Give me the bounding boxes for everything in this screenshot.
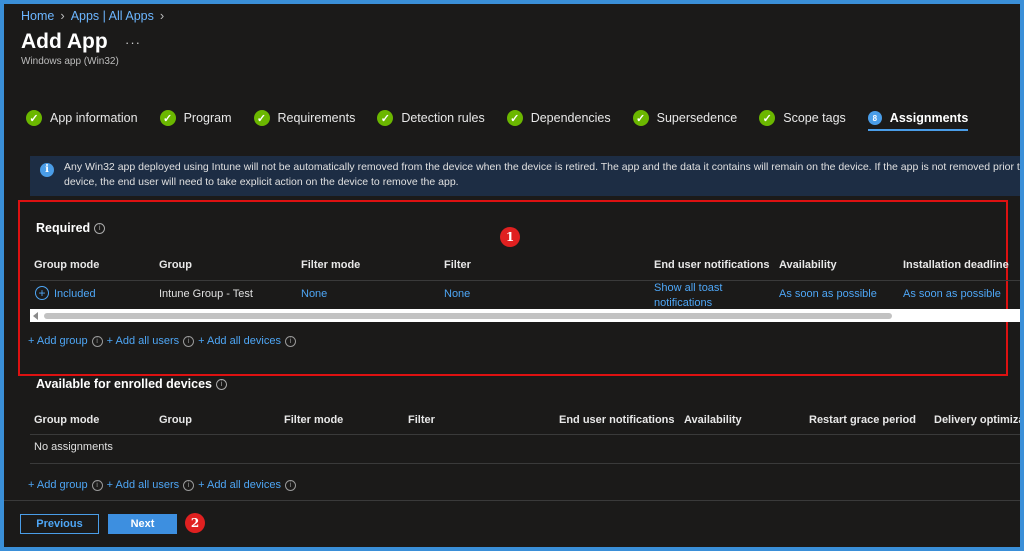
plus-circle-icon[interactable]: + [35,286,49,300]
tab-requirements[interactable]: ✓ Requirements [253,110,356,126]
add-all-devices-link[interactable]: + Add all devices [198,335,281,347]
column-header: Group [159,414,192,426]
breadcrumb-home[interactable]: Home [21,9,54,23]
step-number-icon: 8 [867,111,882,125]
available-title-text: Available for enrolled devices [36,377,212,391]
step-label: Detection rules [401,111,485,125]
add-group-link[interactable]: + Add group [28,335,88,347]
wizard-steps: ✓ App information ✓ Program ✓ Requirements … [26,110,990,131]
column-header: End user notifications [559,414,675,426]
tab-scope-tags[interactable]: ✓ Scope tags [759,110,846,126]
column-header: Installation deadline [903,259,1009,271]
info-icon[interactable]: i [216,378,227,390]
add-all-users-link[interactable]: + Add all users [107,479,179,491]
column-header: End user notifications [654,259,770,271]
group-name: Intune Group - Test [159,288,253,300]
step-label: App information [50,111,138,125]
info-text-line-1: Any Win32 app deployed using Intune will… [64,161,1020,173]
next-button[interactable]: Next [108,514,177,534]
tab-supersedence[interactable]: ✓ Supersedence [632,110,738,126]
info-icon[interactable]: i [94,222,106,234]
group-mode-included[interactable]: Included [54,288,96,300]
column-header: Group mode [34,414,100,426]
tab-app-information[interactable]: ✓ App information [26,110,138,126]
step-label: Supersedence [656,111,738,125]
page-title: Add App [21,30,108,53]
info-banner: i Any Win32 app deployed using Intune wi… [30,156,1020,196]
chevron-right-icon: › [159,8,165,23]
tab-dependencies[interactable]: ✓ Dependencies [506,110,611,126]
previous-button[interactable]: Previous [20,514,99,534]
step-badge-2: 2 [185,513,205,533]
info-text-line-2: device, the end user will need to take e… [64,176,459,188]
check-icon: ✓ [159,110,176,126]
filter-link[interactable]: None [444,288,470,300]
info-icon[interactable]: i [183,335,195,347]
column-header: Availability [684,414,742,426]
check-icon: ✓ [632,110,649,126]
column-header: Filter [408,414,435,426]
step-label: Scope tags [783,111,846,125]
check-icon: ✓ [759,110,776,126]
tab-assignments[interactable]: 8 Assignments [867,111,969,131]
divider [30,434,1020,435]
check-icon: ✓ [253,110,270,126]
check-icon: ✓ [506,110,523,126]
breadcrumb-apps[interactable]: Apps | All Apps [71,9,154,23]
step-badge-1: 1 [500,227,520,247]
notifications-link[interactable]: Show all toast [654,282,722,294]
info-icon: i [40,163,54,177]
check-icon: ✓ [26,110,42,126]
availability-link[interactable]: As soon as possible [779,288,877,300]
scroll-left-icon[interactable] [33,312,38,320]
deadline-link[interactable]: As soon as possible [903,288,1001,300]
step-label: Dependencies [530,111,611,125]
info-icon[interactable]: i [183,479,195,491]
empty-state: No assignments [34,441,113,453]
notifications-link-line-2[interactable]: notifications [654,297,712,308]
column-header: Delivery optimiza [934,414,1020,426]
available-section-title: Available for enrolled devices i [36,377,227,391]
info-icon[interactable]: i [284,335,296,347]
tab-detection-rules[interactable]: ✓ Detection rules [377,110,485,126]
add-group-link[interactable]: + Add group [28,479,88,491]
horizontal-scrollbar[interactable] [30,309,1020,322]
column-header: Filter [444,259,471,271]
column-header: Restart grace period [809,414,916,426]
breadcrumb: Home › Apps | All Apps › [21,8,164,23]
more-options-icon[interactable]: ··· [125,35,141,50]
divider [30,463,1020,464]
info-icon[interactable]: i [284,479,296,491]
page-subtitle: Windows app (Win32) [21,56,119,67]
column-header: Filter mode [284,414,344,426]
step-label: Assignments [889,111,969,125]
info-icon[interactable]: i [91,479,103,491]
available-add-links: + Add group i + Add all users i + Add all … [28,479,296,491]
check-icon: ✓ [377,110,394,126]
step-label: Program [183,111,232,125]
info-icon[interactable]: i [91,335,103,347]
column-header: Group [159,259,192,271]
required-title-text: Required [36,221,91,235]
chevron-right-icon: › [60,8,65,23]
add-all-devices-link[interactable]: + Add all devices [198,479,281,491]
divider [30,280,1020,281]
filter-mode-link[interactable]: None [301,288,327,300]
app-frame: Home › Apps | All Apps › Add App ··· Win… [4,4,1020,547]
tab-program[interactable]: ✓ Program [159,110,232,126]
column-header: Filter mode [301,259,361,271]
add-all-users-link[interactable]: + Add all users [107,335,179,347]
step-label: Requirements [277,111,356,125]
required-section-title: Required i [36,221,106,235]
column-header: Availability [779,259,837,271]
required-add-links: + Add group i + Add all users i + Add all … [28,335,296,347]
scrollbar-thumb[interactable] [44,313,892,319]
column-header: Group mode [34,259,100,271]
footer-divider [4,500,1020,501]
